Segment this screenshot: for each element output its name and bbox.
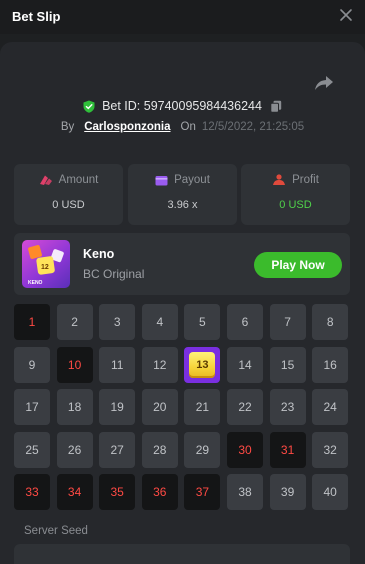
keno-cell-20: 20 [141, 389, 178, 426]
keno-cell-24: 24 [312, 389, 349, 426]
thumb-caption: KENO [28, 280, 43, 286]
keno-cell-28: 28 [141, 431, 178, 468]
amount-card: Amount 0 USD [14, 164, 123, 225]
keno-cell-30: 30 [227, 431, 263, 468]
bet-slip-header: Bet Slip [0, 0, 365, 34]
payout-card: Payout 3.96 x [128, 164, 237, 225]
game-subtitle: BC Original [83, 267, 145, 281]
keno-cell-4: 4 [141, 304, 178, 340]
keno-cell-16: 16 [312, 346, 349, 383]
profit-icon [273, 174, 286, 185]
keno-cell-14: 14 [227, 346, 263, 383]
amount-value: 0 USD [52, 199, 85, 211]
on-label: On [180, 121, 196, 133]
keno-cell-13: 13 [184, 346, 221, 383]
keno-cell-37: 37 [184, 474, 221, 511]
keno-cell-35: 35 [99, 474, 136, 511]
bet-timestamp: 12/5/2022, 21:25:05 [201, 121, 305, 133]
by-label: By [60, 121, 75, 133]
amount-label: Amount [58, 174, 99, 186]
game-card: KENO 12 Keno BC Original Play Now [14, 233, 350, 295]
keno-cell-19: 19 [99, 389, 136, 426]
keno-cell-34: 34 [56, 474, 93, 511]
payout-value: 3.96 x [167, 199, 198, 211]
bet-byline: By Carlosponzonia On 12/5/2022, 21:25:05 [0, 119, 365, 135]
keno-cell-39: 39 [269, 474, 306, 511]
keno-cell-17: 17 [14, 389, 50, 426]
keno-cell-9: 9 [14, 346, 50, 383]
thumb-number: 12 [41, 264, 49, 271]
server-seed-label: Server Seed [24, 525, 88, 537]
keno-cell-32: 32 [312, 431, 349, 468]
keno-cell-8: 8 [312, 304, 349, 340]
dialog-title: Bet Slip [12, 9, 61, 24]
copy-icon[interactable] [270, 100, 282, 113]
user-link[interactable]: Carlosponzonia [84, 121, 170, 133]
keno-cell-1: 1 [14, 304, 50, 340]
keno-cell-3: 3 [99, 304, 136, 340]
keno-cell-31: 31 [269, 431, 306, 468]
profit-card: Profit 0 USD [241, 164, 350, 225]
server-seed-field[interactable] [14, 544, 350, 564]
keno-cell-36: 36 [141, 474, 178, 511]
keno-cell-25: 25 [14, 431, 50, 468]
keno-thumbnail[interactable]: KENO 12 [22, 240, 70, 288]
keno-cell-10: 10 [56, 346, 93, 383]
keno-cell-15: 15 [269, 346, 306, 383]
keno-cell-22: 22 [227, 389, 263, 426]
keno-cell-7: 7 [269, 304, 306, 340]
keno-number-grid: 1 2 3 4 5 6 7 8 9 10 11 12 13 14 15 16 17 18 19 20 21 22 23 24 2… [14, 304, 351, 511]
keno-cell-11: 11 [99, 346, 136, 383]
game-name: Keno [83, 247, 115, 261]
keno-cell-40: 40 [312, 474, 349, 511]
payout-label: Payout [174, 174, 210, 186]
keno-cell-27: 27 [99, 431, 136, 468]
keno-cell-12: 12 [141, 346, 178, 383]
keno-cell-5: 5 [184, 304, 221, 340]
bet-id: Bet ID: 59740095984436244 [102, 99, 262, 113]
play-now-button[interactable]: Play Now [254, 252, 342, 278]
keno-cell-33: 33 [14, 474, 50, 511]
wallet-icon [155, 175, 168, 185]
profit-value: 0 USD [279, 199, 312, 211]
keno-cell-2: 2 [56, 304, 93, 340]
keno-hit-tile: 13 [189, 351, 216, 378]
keno-logo-icon: KENO 12 [28, 245, 64, 286]
keno-cell-38: 38 [227, 474, 263, 511]
profit-label: Profit [292, 174, 319, 186]
keno-cell-26: 26 [56, 431, 93, 468]
keno-cell-21: 21 [184, 389, 221, 426]
coin-icon [39, 175, 52, 185]
keno-cell-18: 18 [56, 389, 93, 426]
keno-cell-23: 23 [269, 389, 306, 426]
bet-id-row: Bet ID: 59740095984436244 [0, 97, 365, 115]
keno-cell-29: 29 [184, 431, 221, 468]
shield-check-icon [83, 100, 95, 113]
close-icon[interactable] [339, 8, 353, 22]
keno-cell-6: 6 [227, 304, 263, 340]
share-icon[interactable] [313, 73, 335, 93]
